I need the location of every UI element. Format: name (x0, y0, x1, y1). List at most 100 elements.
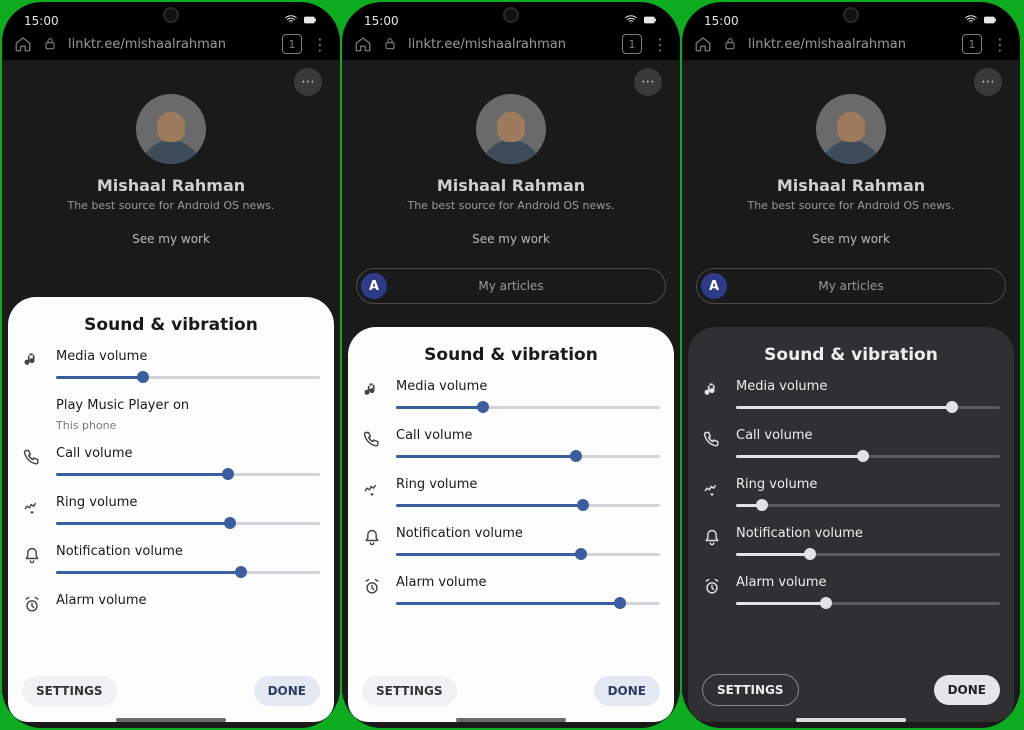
volume-label-media: Media volume (396, 379, 660, 394)
profile-cta[interactable]: See my work (342, 232, 680, 246)
tab-count[interactable]: 1 (962, 34, 982, 54)
settings-button[interactable]: SETTINGS (702, 674, 799, 706)
profile-cta[interactable]: See my work (682, 232, 1020, 246)
url-text[interactable]: linktr.ee/mishaalrahman (748, 37, 952, 52)
volume-row-ring: Ring volume (22, 495, 320, 530)
volume-slider[interactable] (736, 400, 1000, 414)
phone-2: 15:00 linktr.ee/mishaalrahman 1 ⋮ ⋯ Mish… (682, 2, 1020, 728)
slider-thumb[interactable] (614, 597, 626, 609)
slider-thumb[interactable] (235, 566, 247, 578)
volume-slider[interactable] (56, 565, 320, 579)
wifi-icon (624, 13, 638, 27)
more-fab[interactable]: ⋯ (974, 68, 1002, 96)
browser-url-bar[interactable]: linktr.ee/mishaalrahman 1 ⋮ (342, 28, 680, 60)
volume-slider[interactable] (396, 547, 660, 561)
volume-row-alarm: Alarm volume (22, 593, 320, 615)
done-button[interactable]: DONE (934, 675, 1000, 705)
volume-row-alarm: Alarm volume (702, 575, 1000, 610)
more-fab[interactable]: ⋯ (294, 68, 322, 96)
tab-count[interactable]: 1 (622, 34, 642, 54)
gesture-bar[interactable] (116, 718, 226, 722)
ring-icon (702, 479, 722, 499)
camera-punchhole (163, 7, 179, 23)
done-button[interactable]: DONE (254, 676, 320, 706)
bell-icon (702, 528, 722, 548)
volume-slider[interactable] (736, 596, 1000, 610)
profile-cta[interactable]: See my work (2, 232, 340, 246)
phone-0: 15:00 linktr.ee/mishaalrahman 1 ⋮ ⋯ Mish… (2, 2, 340, 728)
slider-thumb[interactable] (804, 548, 816, 560)
camera-punchhole (843, 7, 859, 23)
phone-icon (702, 430, 722, 450)
phone-icon (22, 448, 42, 468)
volume-label-media: Media volume (56, 349, 320, 364)
gesture-bar[interactable] (796, 718, 906, 722)
slider-thumb[interactable] (946, 401, 958, 413)
articles-button[interactable]: A My articles (696, 268, 1006, 304)
volume-label-alarm: Alarm volume (396, 575, 660, 590)
done-button[interactable]: DONE (594, 676, 660, 706)
volume-row-alarm: Alarm volume (362, 575, 660, 610)
volume-row-media: Media volume (702, 379, 1000, 414)
slider-thumb[interactable] (222, 468, 234, 480)
settings-button[interactable]: SETTINGS (362, 676, 457, 706)
overflow-menu-icon[interactable]: ⋮ (652, 35, 668, 54)
url-text[interactable]: linktr.ee/mishaalrahman (408, 37, 612, 52)
play-on-sub: This phone (56, 419, 320, 432)
status-time: 15:00 (364, 14, 399, 28)
status-bar: 15:00 (2, 2, 340, 28)
slider-thumb[interactable] (820, 597, 832, 609)
volume-slider[interactable] (736, 547, 1000, 561)
battery-icon (982, 12, 998, 28)
gesture-bar[interactable] (456, 718, 566, 722)
slider-thumb[interactable] (577, 499, 589, 511)
avatar (816, 94, 886, 164)
slider-thumb[interactable] (224, 517, 236, 529)
bell-icon (22, 546, 42, 566)
slider-thumb[interactable] (477, 401, 489, 413)
home-icon[interactable] (354, 35, 372, 53)
overflow-menu-icon[interactable]: ⋮ (312, 35, 328, 54)
url-text[interactable]: linktr.ee/mishaalrahman (68, 37, 272, 52)
volume-slider[interactable] (396, 449, 660, 463)
browser-url-bar[interactable]: linktr.ee/mishaalrahman 1 ⋮ (2, 28, 340, 60)
tab-count[interactable]: 1 (282, 34, 302, 54)
slider-thumb[interactable] (857, 450, 869, 462)
volume-slider[interactable] (736, 449, 1000, 463)
profile-tagline: The best source for Android OS news. (2, 199, 340, 212)
lock-icon (722, 36, 738, 52)
profile-tagline: The best source for Android OS news. (342, 199, 680, 212)
battery-icon (642, 12, 658, 28)
volume-label-notif: Notification volume (56, 544, 320, 559)
status-bar: 15:00 (682, 2, 1020, 28)
play-on-row[interactable]: Play Music Player on This phone (22, 398, 320, 432)
slider-thumb[interactable] (137, 371, 149, 383)
articles-button[interactable]: A My articles (356, 268, 666, 304)
overflow-menu-icon[interactable]: ⋮ (992, 35, 1008, 54)
browser-url-bar[interactable]: linktr.ee/mishaalrahman 1 ⋮ (682, 28, 1020, 60)
status-time: 15:00 (24, 14, 59, 28)
volume-slider[interactable] (736, 498, 1000, 512)
slider-thumb[interactable] (570, 450, 582, 462)
bell-icon (362, 528, 382, 548)
home-icon[interactable] (694, 35, 712, 53)
volume-slider[interactable] (56, 370, 320, 384)
volume-slider[interactable] (396, 596, 660, 610)
volume-slider[interactable] (396, 498, 660, 512)
volume-slider[interactable] (396, 400, 660, 414)
ring-icon (22, 497, 42, 517)
alarm-icon (702, 577, 722, 597)
volume-label-call: Call volume (56, 446, 320, 461)
volume-slider[interactable] (56, 516, 320, 530)
slider-thumb[interactable] (756, 499, 768, 511)
home-icon[interactable] (14, 35, 32, 53)
slider-thumb[interactable] (575, 548, 587, 560)
settings-button[interactable]: SETTINGS (22, 676, 117, 706)
volume-slider[interactable] (56, 467, 320, 481)
volume-row-ring: Ring volume (702, 477, 1000, 512)
lock-icon (382, 36, 398, 52)
articles-badge: A (361, 273, 387, 299)
camera-punchhole (503, 7, 519, 23)
volume-row-call: Call volume (702, 428, 1000, 463)
more-fab[interactable]: ⋯ (634, 68, 662, 96)
